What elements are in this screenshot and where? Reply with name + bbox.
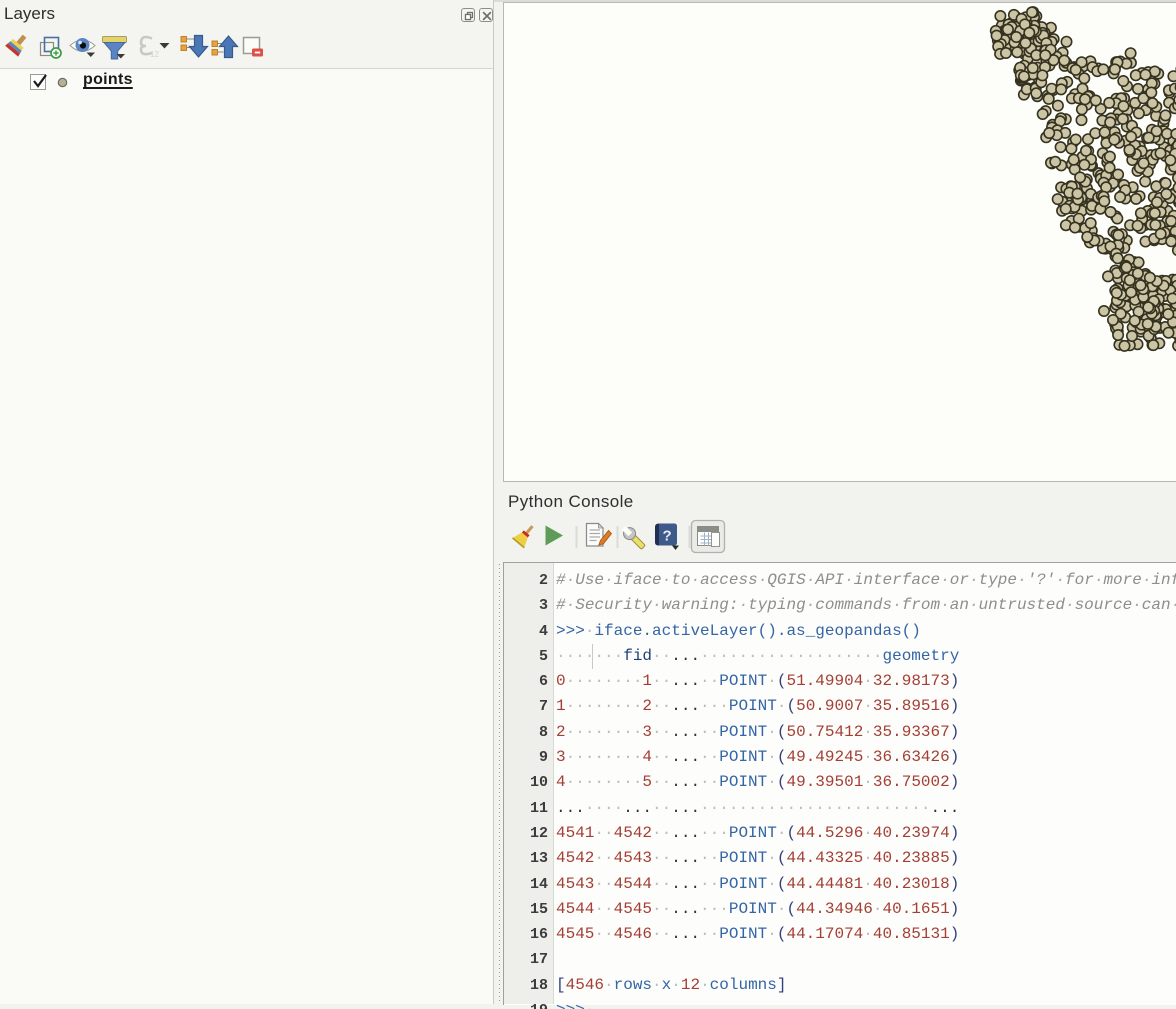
svg-text:?: ? — [663, 528, 672, 545]
svg-text:12: 12 — [150, 50, 159, 59]
